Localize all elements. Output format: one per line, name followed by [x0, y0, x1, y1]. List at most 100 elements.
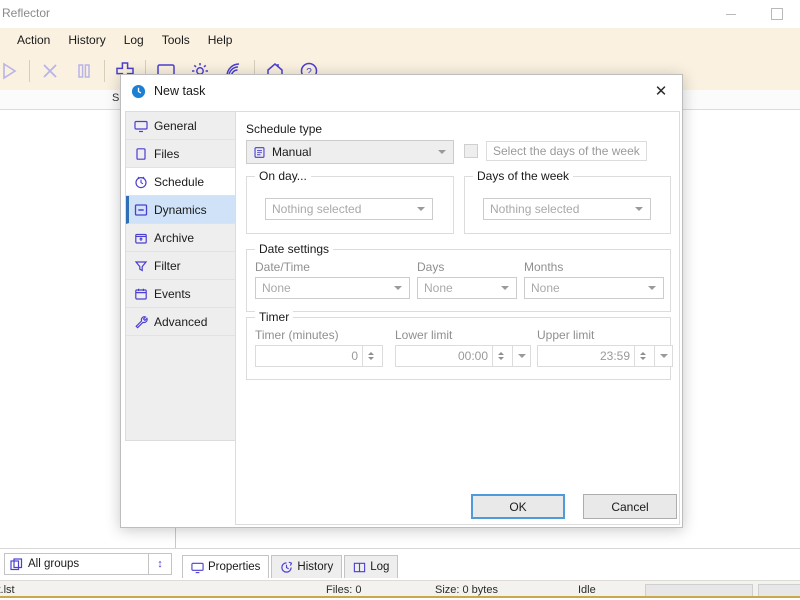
clock-icon — [131, 84, 146, 99]
days-of-week-checkbox-row[interactable]: Select the days of the week — [464, 141, 647, 161]
on-day-legend: On day... — [255, 169, 311, 183]
dialog-title: New task — [154, 84, 206, 98]
lower-limit-input[interactable]: 00:00 — [395, 345, 513, 367]
chevron-down-icon — [367, 357, 374, 360]
menu-item-history[interactable]: History — [59, 30, 114, 50]
minimize-icon — [726, 13, 736, 15]
pause-button[interactable] — [67, 54, 101, 88]
upper-limit-dropdown-button[interactable] — [655, 345, 673, 367]
calendar-icon — [134, 287, 148, 301]
menu-bar: Action History Log Tools Help — [0, 28, 800, 52]
chevron-down-icon — [659, 354, 668, 358]
days-of-week-value: Nothing selected — [490, 202, 580, 216]
book-icon — [353, 561, 366, 574]
toolbar-separator — [29, 60, 30, 82]
sidebar-item-label: Events — [154, 286, 191, 301]
lower-limit-dropdown-button[interactable] — [513, 345, 531, 367]
months-value: None — [531, 281, 560, 295]
toolbar-separator — [104, 60, 105, 82]
on-day-groupbox: On day... Nothing selected — [246, 169, 454, 234]
ok-button[interactable]: OK — [471, 494, 565, 519]
on-day-combo[interactable]: Nothing selected — [265, 198, 433, 220]
tab-log[interactable]: Log — [344, 555, 399, 578]
sidebar-item-filter[interactable]: Filter — [126, 252, 235, 280]
date-time-value: None — [262, 281, 291, 295]
bottom-tabstrip: Properties History Log — [182, 552, 400, 578]
sidebar-item-files[interactable]: Files — [126, 140, 235, 168]
date-settings-legend: Date settings — [255, 242, 334, 256]
chevron-down-icon — [417, 207, 425, 211]
start-button[interactable] — [0, 54, 26, 88]
days-combo[interactable]: None — [417, 277, 517, 299]
cancel-button[interactable]: Cancel — [583, 494, 677, 519]
funnel-icon — [134, 259, 148, 273]
days-of-week-groupbox: Days of the week Nothing selected — [464, 169, 671, 234]
chevron-up-icon — [497, 352, 504, 355]
stop-button[interactable] — [33, 54, 67, 88]
minimize-button[interactable] — [708, 0, 754, 28]
groups-selector-label: All groups — [28, 558, 80, 570]
copy-icon — [10, 557, 23, 571]
wrench-icon — [134, 315, 148, 329]
chevron-down-icon — [639, 357, 646, 360]
menu-item-action[interactable]: Action — [8, 30, 59, 50]
upper-limit-input[interactable]: 23:59 — [537, 345, 655, 367]
menu-item-tools[interactable]: Tools — [153, 30, 199, 50]
schedule-type-label: Schedule type — [246, 122, 323, 136]
bottom-strip: All groups ↕ Properties History Log — [0, 548, 800, 580]
minus-box-icon — [134, 203, 148, 217]
monitor-icon — [134, 119, 148, 133]
clock-icon — [134, 175, 148, 189]
lower-limit-stepper[interactable] — [492, 346, 508, 366]
maximize-icon — [771, 8, 783, 20]
window-titlebar: n Reflector — [0, 0, 800, 29]
chevron-up-icon — [367, 352, 374, 355]
timer-groupbox: Timer Timer (minutes) 0 Lower limit 00:0… — [246, 310, 673, 380]
status-file: st.lst — [0, 584, 15, 596]
menu-item-help[interactable]: Help — [199, 30, 242, 50]
sidebar-item-events[interactable]: Events — [126, 280, 235, 308]
new-task-dialog: New task ✕ General Files Schedule Dynami… — [120, 74, 683, 528]
days-value: None — [424, 281, 453, 295]
sidebar-item-advanced[interactable]: Advanced — [126, 308, 235, 336]
file-icon — [134, 147, 148, 161]
tab-history[interactable]: History — [271, 555, 343, 578]
sidebar-item-schedule[interactable]: Schedule — [126, 168, 235, 196]
pause-icon — [74, 61, 94, 81]
sidebar-item-archive[interactable]: Archive — [126, 224, 235, 252]
sidebar-item-label: Dynamics — [154, 202, 207, 217]
date-time-label: Date/Time — [255, 260, 310, 274]
lower-limit-value: 00:00 — [457, 349, 488, 363]
schedule-type-combo[interactable]: Manual — [246, 140, 454, 164]
days-label: Days — [417, 260, 445, 274]
dialog-close-button[interactable]: ✕ — [640, 75, 682, 107]
archive-icon — [134, 231, 148, 245]
sidebar-item-general[interactable]: General — [126, 112, 235, 140]
dialog-titlebar: New task ✕ — [121, 75, 682, 107]
chevron-up-icon — [639, 352, 646, 355]
on-day-value: Nothing selected — [272, 202, 362, 216]
date-time-combo[interactable]: None — [255, 277, 410, 299]
groups-spinner-button[interactable]: ↕ — [148, 554, 171, 574]
upper-limit-label: Upper limit — [537, 328, 595, 342]
timer-legend: Timer — [255, 310, 294, 324]
sidebar-item-label: Files — [154, 146, 180, 161]
upper-limit-stepper[interactable] — [634, 346, 650, 366]
chevron-down-icon — [394, 286, 402, 290]
timer-minutes-stepper[interactable] — [362, 346, 378, 366]
months-combo[interactable]: None — [524, 277, 664, 299]
timer-minutes-value: 0 — [351, 349, 358, 363]
tab-properties-label: Properties — [208, 561, 261, 573]
list-icon — [253, 146, 266, 159]
sidebar-item-label: General — [154, 118, 197, 133]
timer-minutes-input[interactable]: 0 — [255, 345, 383, 367]
days-of-week-combo[interactable]: Nothing selected — [483, 198, 651, 220]
select-days-checkbox[interactable] — [464, 144, 478, 158]
tab-history-label: History — [297, 561, 334, 573]
tab-properties[interactable]: Properties — [182, 555, 270, 578]
maximize-button[interactable] — [754, 0, 800, 28]
menu-item-log[interactable]: Log — [115, 30, 153, 50]
sidebar-item-dynamics[interactable]: Dynamics — [126, 196, 235, 224]
groups-selector[interactable]: All groups ↕ — [4, 553, 172, 575]
days-of-week-legend: Days of the week — [473, 169, 574, 183]
